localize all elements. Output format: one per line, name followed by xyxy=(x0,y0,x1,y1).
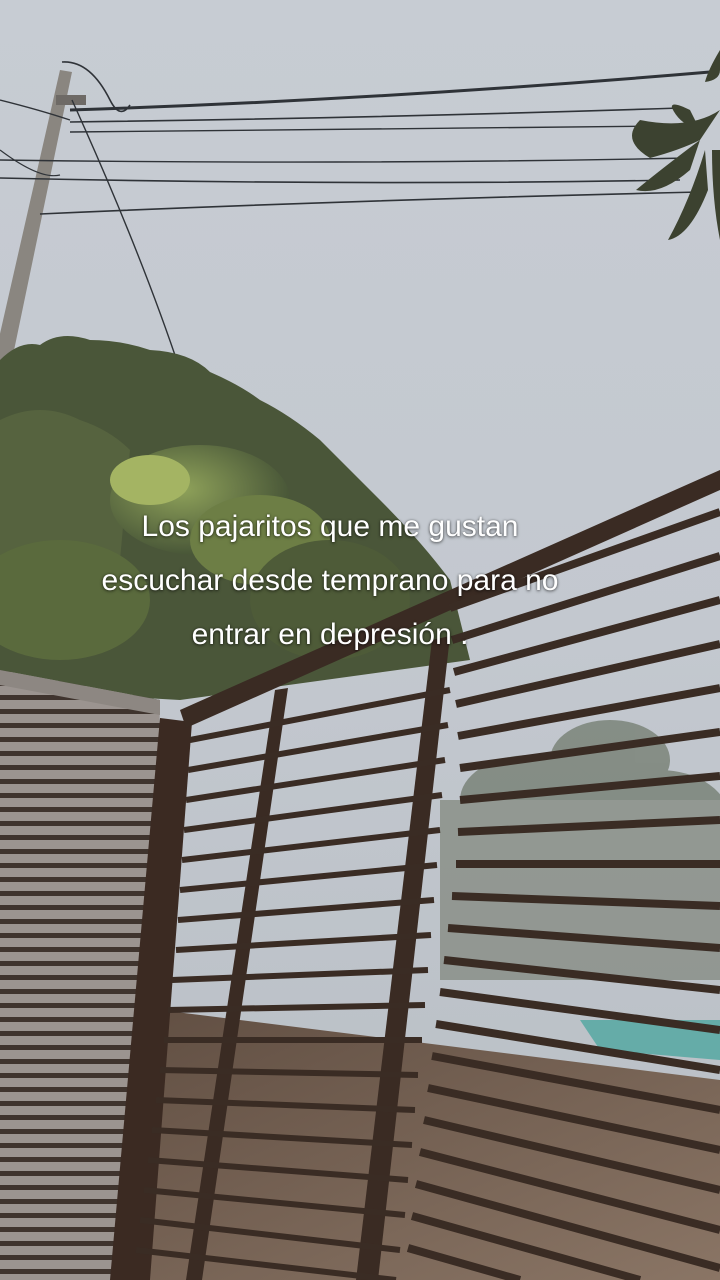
caption-line-1: Los pajaritos que me gustan xyxy=(141,510,519,543)
caption-line-2: escuchar desde temprano para no xyxy=(101,564,559,597)
video-caption: Los pajaritos que me gustan escuchar des… xyxy=(30,500,630,662)
video-frame: Los pajaritos que me gustan escuchar des… xyxy=(0,0,720,1280)
caption-line-3: entrar en depresión . xyxy=(191,618,469,651)
